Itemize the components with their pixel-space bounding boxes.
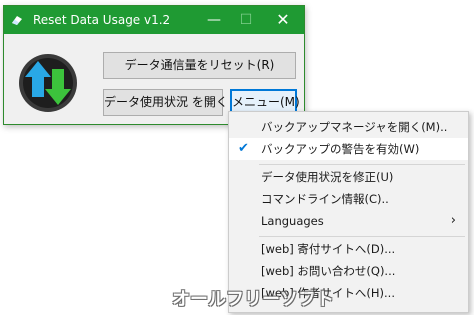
- menu-item-label: コマンドライン情報(C)..: [261, 192, 389, 206]
- menu-item-donate[interactable]: [web] 寄付サイトへ(D)...: [229, 238, 468, 260]
- menu-item-label: [web] 寄付サイトへ(D)...: [261, 242, 396, 256]
- screenshot: Reset Data Usage v1.2 — ☐ ✕ データ通信量をリセット(…: [0, 0, 474, 315]
- menu-item-contact[interactable]: [web] お問い合わせ(Q)...: [229, 260, 468, 282]
- menu-item-label: [web] お問い合わせ(Q)...: [261, 264, 396, 278]
- close-button[interactable]: ✕: [266, 6, 300, 34]
- window-title: Reset Data Usage v1.2: [33, 13, 171, 27]
- menu-separator: [259, 236, 465, 237]
- menu-item-label: バックアップの警告を有効(W): [261, 142, 420, 156]
- menu-item-backup-manager[interactable]: バックアップマネージャを開く(M)..: [229, 116, 468, 138]
- app-window: Reset Data Usage v1.2 — ☐ ✕ データ通信量をリセット(…: [3, 5, 305, 125]
- menu-item-label: Languages: [261, 214, 324, 228]
- watermark: オールフリーソフト: [172, 289, 334, 310]
- menu-item-languages[interactable]: Languages ›: [229, 210, 468, 232]
- menu-item-backup-warning[interactable]: ✔ バックアップの警告を有効(W): [229, 138, 468, 160]
- menu-item-command-line[interactable]: コマンドライン情報(C)..: [229, 188, 468, 210]
- title-bar[interactable]: Reset Data Usage v1.2 — ☐ ✕: [4, 6, 304, 34]
- menu-item-label: データ使用状況を修正(U): [261, 170, 394, 184]
- chevron-right-icon: ›: [450, 213, 456, 228]
- menu-separator: [259, 164, 465, 165]
- minimize-button[interactable]: —: [197, 6, 231, 34]
- reset-data-button[interactable]: データ通信量をリセット(R): [103, 52, 296, 79]
- eraser-icon: [12, 16, 22, 25]
- open-usage-button[interactable]: データ使用状況 を開く: [103, 89, 228, 116]
- checkmark-icon: ✔: [238, 141, 249, 156]
- menu-item-label: バックアップマネージャを開く(M)..: [261, 120, 448, 134]
- maximize-button[interactable]: ☐: [229, 6, 263, 34]
- context-menu: バックアップマネージャを開く(M).. ✔ バックアップの警告を有効(W) デー…: [228, 111, 469, 313]
- menu-item-fix-usage[interactable]: データ使用状況を修正(U): [229, 166, 468, 188]
- reset-arrows-icon: [19, 54, 77, 112]
